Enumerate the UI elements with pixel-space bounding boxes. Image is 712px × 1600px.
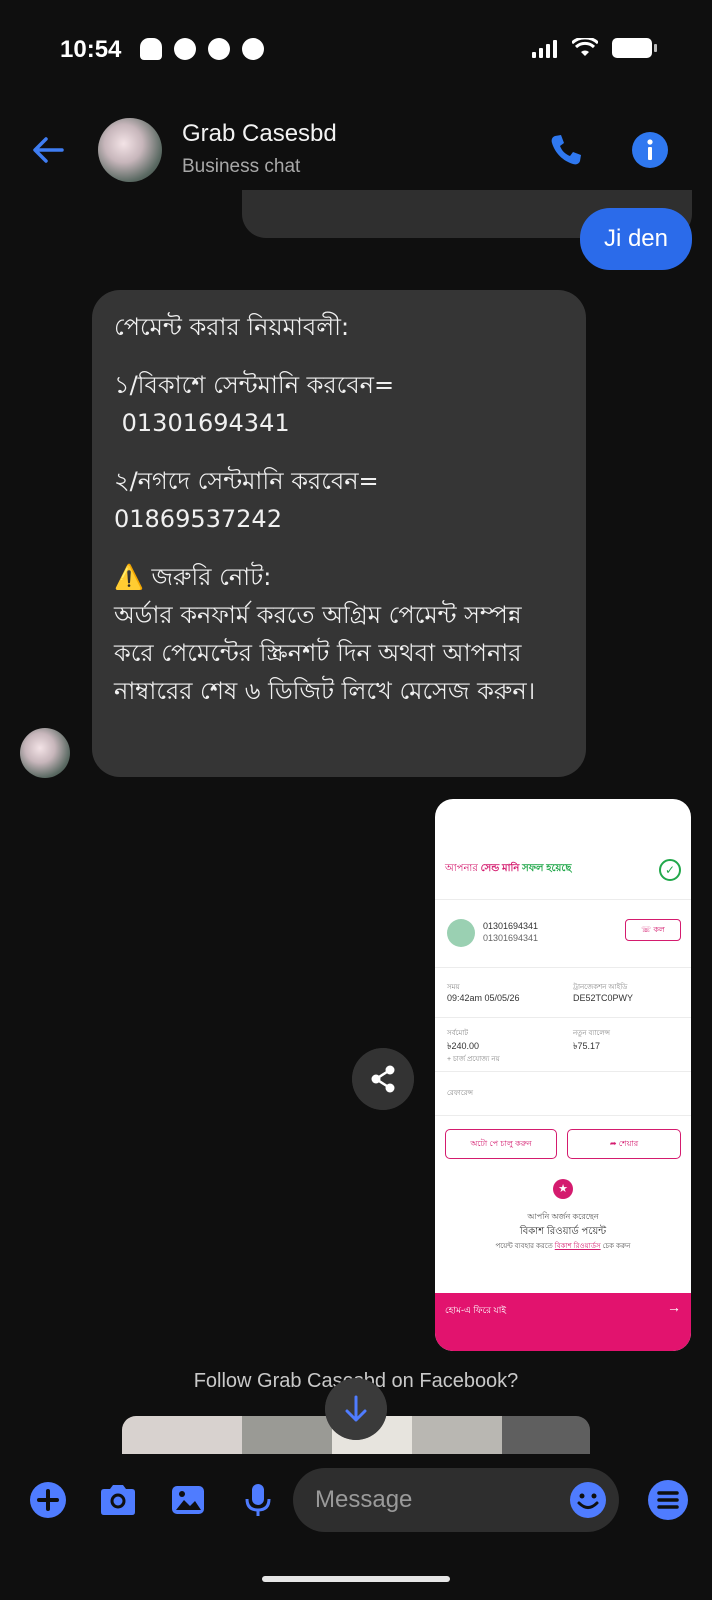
shot-time-value: 09:42am 05/05/26 bbox=[447, 993, 520, 1003]
messenger-icon bbox=[174, 38, 196, 60]
shot-total-label: সর্বমোট bbox=[447, 1030, 469, 1037]
shot-reference-label: রেফারেন্স bbox=[447, 1090, 474, 1097]
facebook-icon bbox=[208, 38, 230, 60]
back-arrow-icon[interactable] bbox=[28, 130, 68, 170]
shot-reward-line1: আপনি অর্জন করেছেন bbox=[527, 1212, 599, 1221]
nagad-line: ২/নগদে সেন্টমানি করবেন= bbox=[114, 467, 379, 495]
emoji-icon[interactable] bbox=[568, 1480, 608, 1520]
gallery-icon[interactable] bbox=[168, 1480, 208, 1520]
shot-time-label: সময় bbox=[447, 984, 460, 991]
contact-subtitle: Business chat bbox=[182, 156, 301, 177]
shot-title: আপনার সেন্ড মানি সফল হয়েছে bbox=[445, 863, 572, 874]
chat-bubble-icon bbox=[242, 38, 264, 60]
info-icon[interactable] bbox=[630, 130, 670, 170]
system-icons bbox=[532, 38, 657, 58]
shot-total-value: ৳240.00 bbox=[447, 1041, 480, 1051]
arrow-down-icon[interactable] bbox=[325, 1378, 387, 1440]
shot-reward-line2: বিকাশ রিওয়ার্ড পয়েন্ট bbox=[519, 1226, 607, 1237]
chat-header: Grab Casesbd Business chat bbox=[0, 110, 712, 190]
payment-heading: পেমেন্ট করার নিয়মাবলী: bbox=[114, 313, 350, 341]
share-icon[interactable] bbox=[352, 1048, 414, 1110]
shot-balance-label: নতুন ব্যালেন্স bbox=[573, 1030, 611, 1037]
shot-number-1: 01301694341 bbox=[483, 921, 539, 931]
add-icon[interactable] bbox=[28, 1480, 68, 1520]
note-body: অর্ডার কনফার্ম করতে অগ্রিম পেমেন্ট সম্পন… bbox=[114, 601, 536, 705]
composer-bar bbox=[0, 1456, 712, 1546]
phone-icon[interactable] bbox=[546, 130, 586, 170]
shot-txn-label: ট্রানজেকশন আইডি bbox=[573, 984, 628, 991]
status-time: 10:54 bbox=[60, 36, 122, 63]
status-bar: 10:54 bbox=[0, 0, 712, 100]
important-note: ⚠️ জরুরি নোট: অর্ডার কনফার্ম করতে অগ্রিম… bbox=[114, 558, 564, 710]
battery-icon bbox=[612, 38, 657, 58]
shot-balance-value: ৳75.17 bbox=[573, 1041, 601, 1051]
bkash-number: 01301694341 bbox=[121, 409, 290, 437]
shot-share-button: ➦ শেয়ার bbox=[567, 1129, 681, 1159]
bkash-instruction: ১/বিকাশে সেন্টমানি করবেন= 01301694341 bbox=[114, 366, 564, 442]
shot-reward-line3: পয়েন্ট ব্যবহার করতে বিকাশ রিওয়ার্ডস চে… bbox=[495, 1243, 631, 1250]
nagad-number: 01869537242 bbox=[114, 505, 282, 533]
mic-icon[interactable] bbox=[238, 1480, 278, 1520]
home-indicator[interactable] bbox=[262, 1576, 450, 1582]
shot-txn-value: DE52TC0PWY bbox=[573, 993, 634, 1003]
contact-avatar[interactable] bbox=[98, 118, 162, 182]
note-title: ⚠️ জরুরি নোট: bbox=[114, 563, 272, 591]
sent-message[interactable]: Ji den bbox=[579, 208, 692, 270]
shot-reward-star-icon: ★ bbox=[553, 1179, 573, 1199]
shot-home-bar: হোম-এ ফিরে যাই → bbox=[435, 1293, 691, 1351]
shot-call-button: ☏ কল bbox=[625, 919, 681, 941]
camera-icon[interactable] bbox=[98, 1480, 138, 1520]
nagad-instruction: ২/নগদে সেন্টমানি করবেন= 01869537242 bbox=[114, 462, 564, 538]
signal-icon bbox=[532, 38, 558, 58]
menu-icon[interactable] bbox=[646, 1478, 690, 1522]
shot-number-2: 01301694341 bbox=[483, 933, 539, 943]
received-message[interactable]: পেমেন্ট করার নিয়মাবলী: ১/বিকাশে সেন্টমা… bbox=[92, 290, 586, 777]
snapchat-icon bbox=[140, 38, 162, 60]
wifi-icon bbox=[572, 38, 598, 56]
contact-name[interactable]: Grab Casesbd bbox=[182, 120, 337, 148]
notification-icons bbox=[140, 38, 264, 60]
payment-screenshot-image[interactable]: আপনার সেন্ড মানি সফল হয়েছে ✓ 0130169434… bbox=[435, 799, 691, 1351]
success-check-icon: ✓ bbox=[659, 859, 681, 881]
shot-charge-note: + চার্জ প্রযোজ্য নয় bbox=[447, 1056, 500, 1063]
shot-arrow-right-icon: → bbox=[667, 1299, 681, 1315]
shot-autopay-button: অটো পে চালু করুন bbox=[445, 1129, 557, 1159]
shot-home-text: হোম-এ ফিরে যাই bbox=[445, 1305, 507, 1315]
shot-contact-avatar bbox=[447, 919, 475, 947]
bkash-line: ১/বিকাশে সেন্টমানি করবেন= bbox=[114, 371, 395, 399]
sender-avatar[interactable] bbox=[20, 728, 70, 778]
